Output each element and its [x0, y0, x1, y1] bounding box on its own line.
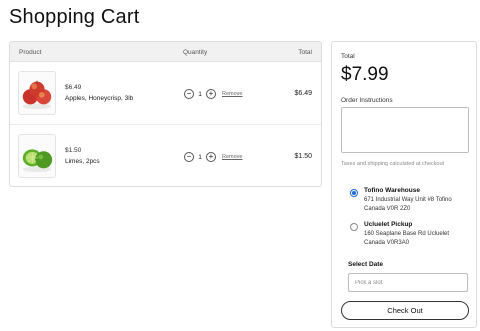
decrease-quantity-button[interactable]: −: [184, 152, 194, 162]
checkout-button[interactable]: Check Out: [341, 301, 469, 320]
select-date-label: Select Date: [348, 261, 384, 268]
order-summary-panel: Total $7.99 Order Instructions Taxes and…: [331, 41, 477, 328]
column-header-product: Product: [19, 49, 42, 56]
pickup-address-line1: 160 Seaplane Base Rd Ucluelet: [364, 231, 450, 237]
cart-row-apples: $6.49 Apples, Honeycrisp, 3lb − 1 + Remo…: [10, 62, 321, 124]
order-instructions-label: Order Instructions: [341, 97, 393, 104]
line-total: $1.50: [294, 153, 312, 160]
pickup-radio-selected[interactable]: [350, 189, 358, 197]
pickup-location-name: Ucluelet Pickup: [364, 221, 413, 228]
pickup-address-line2: Canada V0R3A0: [364, 240, 410, 246]
limes-image: [18, 134, 56, 178]
order-instructions-field[interactable]: [341, 107, 469, 153]
shipping-note: Taxes and shipping calculated at checkou…: [341, 161, 445, 167]
date-slot-input[interactable]: [348, 273, 468, 292]
line-total: $6.49: [294, 90, 312, 97]
cart-table-header: Product Quantity Total: [10, 42, 321, 62]
remove-item-link[interactable]: Remove: [222, 91, 242, 97]
pickup-location-name: Tofino Warehouse: [364, 187, 420, 194]
cart-row-limes: $1.50 Limes, 2pcs − 1 + Remove $1.50: [10, 124, 321, 186]
total-label: Total: [341, 53, 355, 60]
apples-image: [18, 71, 56, 115]
pickup-address-line2: Canada V0R 2Z0: [364, 206, 411, 212]
pickup-radio[interactable]: [350, 223, 358, 231]
quantity-value: 1: [198, 153, 202, 161]
item-price: $6.49: [65, 84, 82, 91]
column-header-quantity: Quantity: [183, 49, 208, 56]
cart-table: Product Quantity Total $6.49 Apples, Hon…: [9, 41, 322, 187]
quantity-value: 1: [198, 90, 202, 98]
pickup-address-line1: 671 Industrial Way Unit #8 Tofino: [364, 197, 452, 203]
decrease-quantity-button[interactable]: −: [184, 89, 194, 99]
page-title: Shopping Cart: [9, 6, 140, 28]
item-name: Apples, Honeycrisp, 3lb: [65, 95, 134, 102]
increase-quantity-button[interactable]: +: [206, 89, 216, 99]
quantity-stepper: − 1 + Remove: [184, 152, 242, 162]
item-price: $1.50: [65, 147, 82, 154]
column-header-total: Total: [298, 49, 312, 56]
increase-quantity-button[interactable]: +: [206, 152, 216, 162]
item-name: Limes, 2pcs: [65, 158, 100, 165]
total-value: $7.99: [341, 64, 389, 85]
remove-item-link[interactable]: Remove: [222, 154, 242, 160]
quantity-stepper: − 1 + Remove: [184, 89, 242, 99]
